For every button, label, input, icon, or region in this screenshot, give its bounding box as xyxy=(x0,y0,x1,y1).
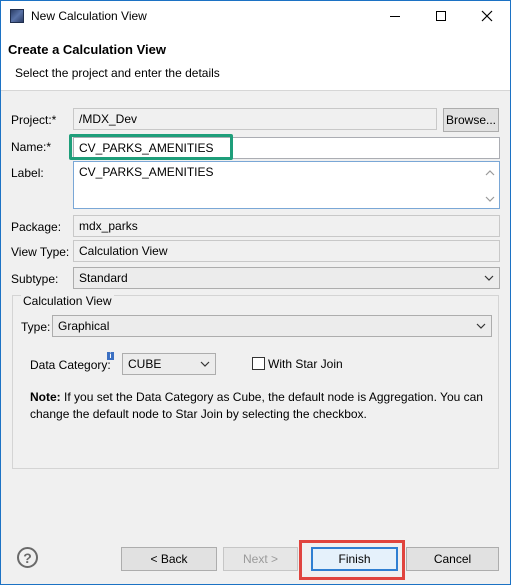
chevron-down-icon xyxy=(476,323,486,329)
chevron-down-icon xyxy=(484,275,494,281)
next-button[interactable]: Next > xyxy=(223,547,298,571)
scroll-up-icon[interactable] xyxy=(484,168,496,178)
view-type-label: View Type: xyxy=(11,245,70,259)
new-calculation-view-dialog: New Calculation View Create a Calculatio… xyxy=(0,0,511,585)
maximize-icon xyxy=(436,11,446,21)
label-textarea[interactable]: CV_PARKS_AMENITIES xyxy=(73,161,500,209)
type-value: Graphical xyxy=(58,319,110,333)
close-button[interactable] xyxy=(464,1,510,31)
finish-highlight-box xyxy=(299,540,405,580)
window-title: New Calculation View xyxy=(31,9,147,23)
scroll-down-icon[interactable] xyxy=(484,194,496,204)
name-highlight-box xyxy=(69,134,233,160)
close-icon xyxy=(481,10,493,22)
package-label: Package: xyxy=(11,220,62,234)
data-category-select[interactable]: CUBE xyxy=(122,353,216,375)
calculation-view-group-title: Calculation View xyxy=(21,294,114,308)
chevron-down-icon xyxy=(200,361,210,367)
back-button[interactable]: < Back xyxy=(121,547,217,571)
data-category-label: Data Category: xyxy=(30,358,111,372)
browse-button[interactable]: Browse... xyxy=(443,108,499,132)
cancel-button-label: Cancel xyxy=(433,552,472,566)
minimize-icon xyxy=(390,15,400,17)
wizard-header: Create a Calculation View Select the pro… xyxy=(1,31,510,91)
star-join-checkbox[interactable] xyxy=(252,357,265,370)
view-type-field: Calculation View xyxy=(73,240,500,262)
type-select[interactable]: Graphical xyxy=(52,315,492,337)
note-text: If you set the Data Category as Cube, th… xyxy=(30,390,483,421)
minimize-button[interactable] xyxy=(372,1,418,31)
label-label: Label: xyxy=(11,166,44,180)
label-textarea-value: CV_PARKS_AMENITIES xyxy=(79,165,214,179)
data-category-value: CUBE xyxy=(128,357,162,371)
page-subtitle: Select the project and enter the details xyxy=(15,66,220,80)
project-field: /MDX_Dev xyxy=(73,108,437,130)
title-bar: New Calculation View xyxy=(1,1,510,31)
back-button-label: < Back xyxy=(150,552,188,566)
info-icon: i xyxy=(107,352,114,360)
subtype-label: Subtype: xyxy=(11,272,59,286)
help-icon[interactable]: ? xyxy=(17,547,38,568)
star-join-label[interactable]: With Star Join xyxy=(268,357,343,371)
next-button-label: Next > xyxy=(242,552,278,566)
project-label: Project:* xyxy=(11,113,57,127)
page-title: Create a Calculation View xyxy=(8,42,166,57)
data-category-note: Note: If you set the Data Category as Cu… xyxy=(30,389,495,423)
name-label: Name:* xyxy=(11,140,52,154)
type-label: Type: xyxy=(21,320,51,334)
subtype-value: Standard xyxy=(79,271,128,285)
subtype-select[interactable]: Standard xyxy=(73,267,500,289)
note-label: Note: xyxy=(30,390,61,404)
app-icon xyxy=(10,9,24,23)
cancel-button[interactable]: Cancel xyxy=(406,547,499,571)
package-field: mdx_parks xyxy=(73,215,500,237)
maximize-button[interactable] xyxy=(418,1,464,31)
